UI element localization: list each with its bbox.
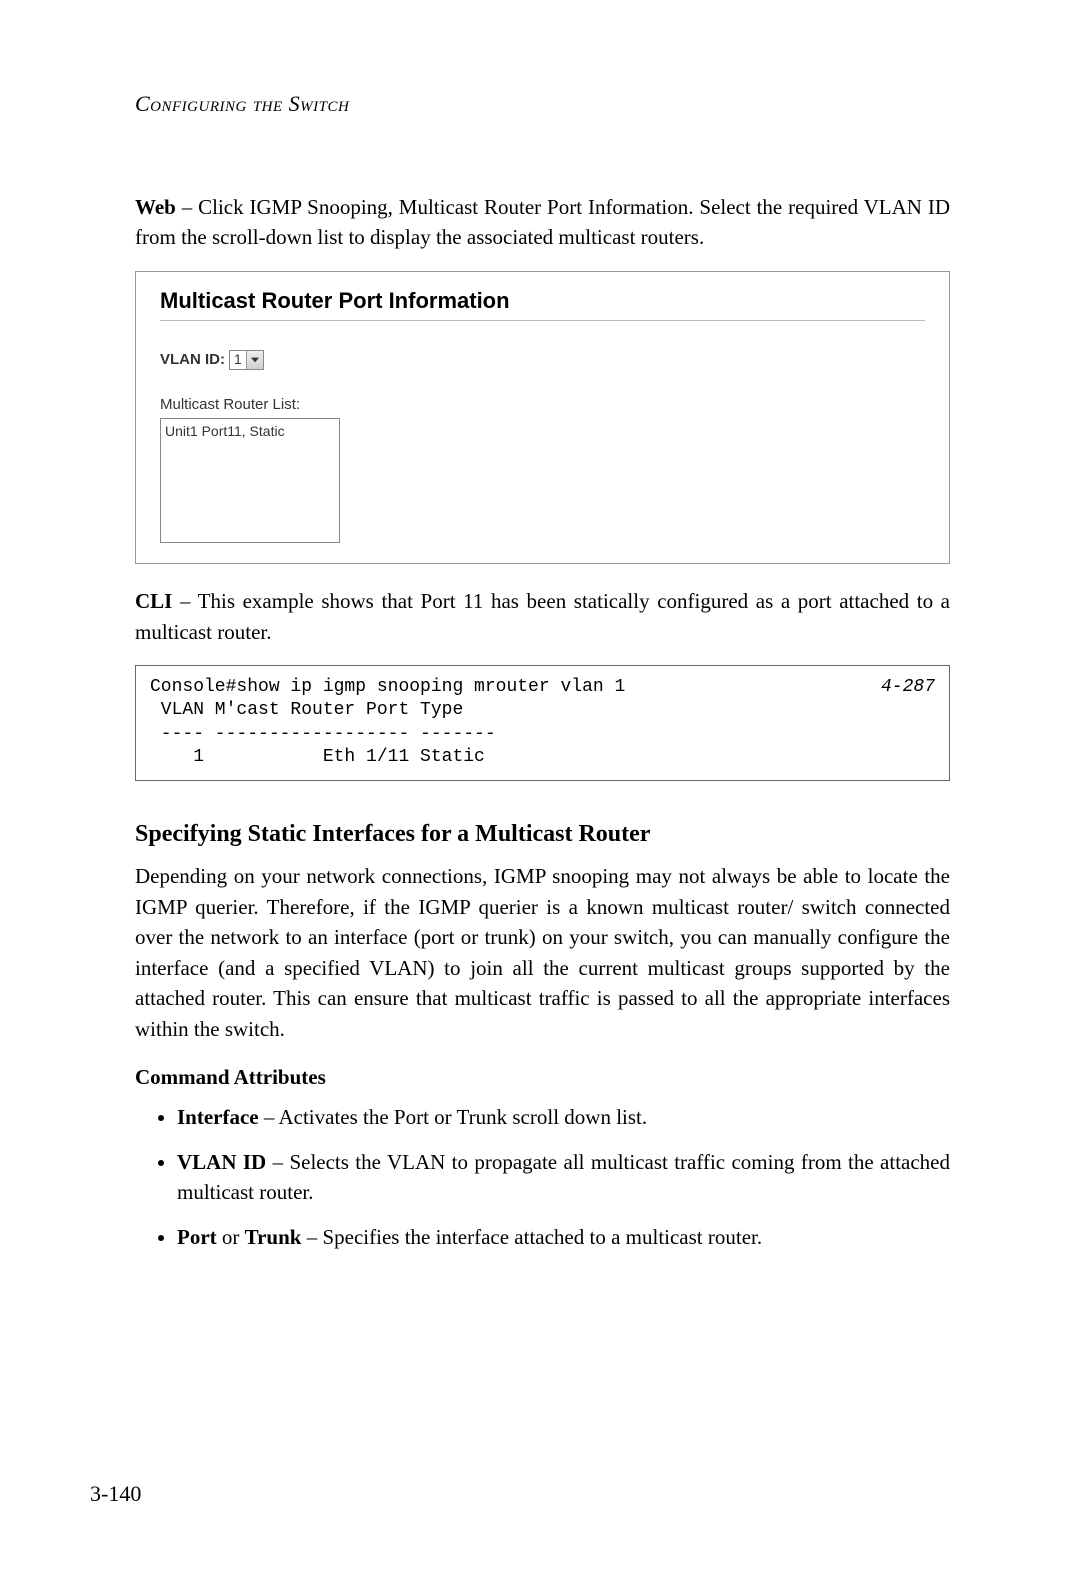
vlan-id-select[interactable]: 1	[229, 350, 264, 370]
page-number: 3-140	[90, 1478, 141, 1510]
list-item[interactable]: Unit1 Port11, Static	[165, 421, 335, 441]
cli-intro-paragraph: CLI – This example shows that Port 11 ha…	[135, 586, 950, 647]
attr-desc: – Selects the VLAN to propagate all mult…	[177, 1150, 950, 1204]
attr-term: VLAN ID	[177, 1150, 266, 1174]
list-item: Port or Trunk – Specifies the interface …	[177, 1222, 950, 1252]
web-lead: Web	[135, 195, 176, 219]
attr-term-b: Trunk	[245, 1225, 302, 1249]
cli-body: – This example shows that Port 11 has be…	[135, 589, 950, 643]
cli-output-box: 4-287 Console#show ip igmp snooping mrout…	[135, 665, 950, 781]
attr-desc: – Specifies the interface attached to a …	[301, 1225, 762, 1249]
chevron-down-icon	[251, 357, 259, 363]
vlan-id-row: VLAN ID: 1	[160, 349, 925, 371]
attr-desc: – Activates the Port or Trunk scroll dow…	[259, 1105, 648, 1129]
code-line-4: 1 Eth 1/11 Static	[150, 747, 485, 767]
command-attributes-list: Interface – Activates the Port or Trunk …	[135, 1102, 950, 1252]
section-heading: Specifying Static Interfaces for a Multi…	[135, 817, 950, 852]
dropdown-button[interactable]	[246, 351, 263, 369]
router-list-box[interactable]: Unit1 Port11, Static	[160, 418, 340, 543]
section-paragraph: Depending on your network connections, I…	[135, 861, 950, 1044]
code-line-3: ---- ------------------ -------	[150, 724, 496, 744]
attr-term: Interface	[177, 1105, 259, 1129]
panel-title: Multicast Router Port Information	[160, 285, 925, 321]
attr-term-a: Port	[177, 1225, 217, 1249]
router-list-label: Multicast Router List:	[160, 394, 925, 416]
list-item: Interface – Activates the Port or Trunk …	[177, 1102, 950, 1132]
vlan-id-label: VLAN ID:	[160, 349, 225, 371]
list-item: VLAN ID – Selects the VLAN to propagate …	[177, 1147, 950, 1208]
web-intro-paragraph: Web – Click IGMP Snooping, Multicast Rou…	[135, 192, 950, 253]
code-line-2: VLAN M'cast Router Port Type	[150, 700, 463, 720]
code-reference: 4-287	[881, 676, 935, 699]
web-body: – Click IGMP Snooping, Multicast Router …	[135, 195, 950, 249]
command-attributes-heading: Command Attributes	[135, 1062, 950, 1092]
running-header: Configuring the Switch	[135, 88, 950, 120]
screenshot-panel: Multicast Router Port Information VLAN I…	[135, 271, 950, 564]
cli-lead: CLI	[135, 589, 172, 613]
code-line-1: Console#show ip igmp snooping mrouter vl…	[150, 677, 625, 697]
attr-or: or	[217, 1225, 245, 1249]
vlan-id-value: 1	[230, 349, 246, 369]
